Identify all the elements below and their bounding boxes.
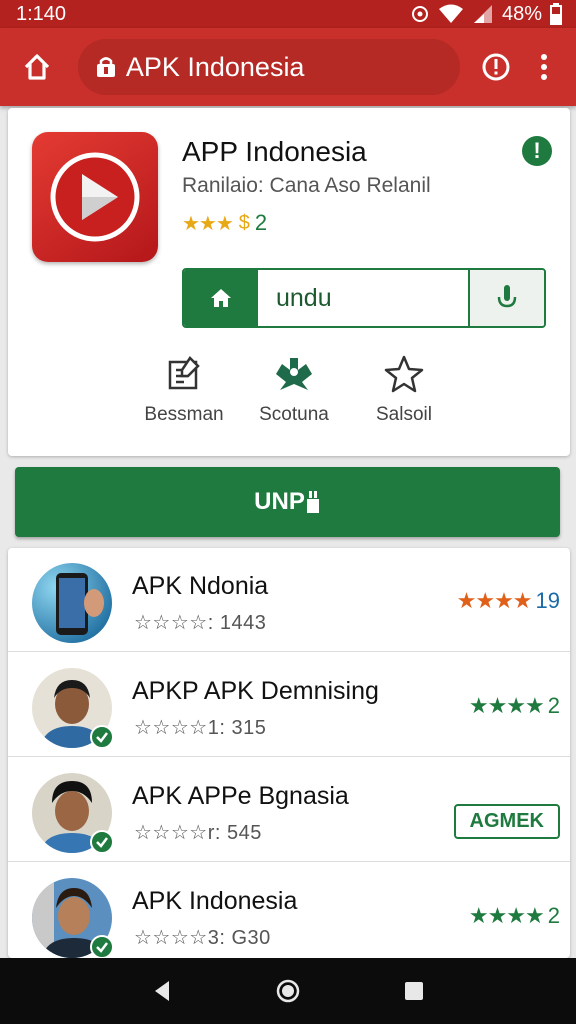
url-text: APK Indonesia bbox=[125, 51, 305, 82]
home-button[interactable] bbox=[16, 46, 58, 88]
download-field[interactable]: undu bbox=[182, 268, 546, 328]
app-list: APK Ndonia ☆☆☆☆: 1443 ★★★★ 19 APKP APK D… bbox=[8, 548, 570, 958]
phone-avatar-icon bbox=[32, 563, 112, 643]
item-count: 2 bbox=[547, 693, 560, 718]
status-icons: 48% bbox=[410, 3, 562, 26]
check-icon bbox=[96, 732, 108, 743]
item-rating: ★★★★ 2 bbox=[469, 693, 560, 719]
action-label: Bessman bbox=[144, 404, 224, 425]
verified-badge bbox=[90, 830, 114, 854]
battery-level: 48% bbox=[501, 2, 542, 25]
item-subtitle: ☆☆☆☆r: 545 bbox=[134, 822, 262, 844]
app-logo bbox=[32, 132, 158, 262]
check-icon bbox=[96, 837, 108, 848]
item-stars: ★★★★ bbox=[468, 903, 545, 928]
home-icon bbox=[211, 289, 231, 307]
info-badge[interactable]: ! bbox=[522, 136, 552, 166]
verified-badge bbox=[90, 935, 114, 958]
signal-icon bbox=[473, 5, 492, 23]
action-row: Bessman Scotuna Salsoil bbox=[134, 354, 454, 426]
battery-icon bbox=[550, 3, 562, 25]
action-salsoil[interactable]: Salsoil bbox=[354, 354, 454, 426]
status-time: 1:140 bbox=[16, 2, 67, 25]
list-item[interactable]: APK Indonesia ☆☆☆☆3: G30 ★★★★ 2 bbox=[8, 863, 570, 958]
download-home-button[interactable] bbox=[184, 270, 258, 326]
item-count: 2 bbox=[547, 903, 560, 928]
download-text: undu bbox=[276, 283, 332, 312]
back-icon[interactable] bbox=[151, 979, 173, 1003]
recents-icon[interactable] bbox=[403, 980, 425, 1002]
overflow-menu-button[interactable] bbox=[524, 47, 564, 87]
action-bessman[interactable]: Bessman bbox=[134, 354, 234, 426]
verified-badge bbox=[90, 725, 114, 749]
home-circle-icon[interactable] bbox=[275, 978, 301, 1004]
system-nav-bar bbox=[0, 958, 576, 1024]
action-label: Salsoil bbox=[376, 404, 432, 425]
list-item[interactable]: APK Ndonia ☆☆☆☆: 1443 ★★★★ 19 bbox=[8, 548, 570, 652]
rating-stars: ★★★ bbox=[182, 212, 234, 235]
mic-icon bbox=[497, 285, 517, 308]
share-icon bbox=[276, 358, 312, 390]
item-subtitle: ☆☆☆☆1: 315 bbox=[134, 717, 267, 739]
item-title: APK Ndonia bbox=[132, 572, 269, 600]
check-icon bbox=[96, 942, 108, 953]
app-subtitle: Ranilaio: Cana Aso Relanil bbox=[182, 174, 431, 197]
action-label: Scotuna bbox=[259, 404, 329, 425]
item-badge[interactable]: AGMEK bbox=[453, 804, 560, 839]
avatar bbox=[32, 563, 112, 643]
primary-button-label: UNP bbox=[254, 488, 305, 515]
item-stars: ★★★★ bbox=[456, 588, 533, 613]
item-title: APK APPe Bgnasia bbox=[132, 782, 349, 810]
mic-button[interactable] bbox=[468, 270, 544, 326]
list-item[interactable]: APKP APK Demnising ☆☆☆☆1: 315 ★★★★ 2 bbox=[8, 653, 570, 757]
wifi-icon bbox=[438, 4, 463, 23]
site-info-button[interactable] bbox=[476, 47, 516, 87]
item-rating: ★★★★ 2 bbox=[469, 903, 560, 929]
app-rating: ★★★ $ 2 bbox=[182, 210, 267, 236]
item-subtitle: ☆☆☆☆3: G30 bbox=[134, 927, 271, 949]
rating-value: 2 bbox=[254, 210, 268, 235]
rating-extra: $ bbox=[238, 211, 250, 234]
app-detail-card: APP Indonesia Ranilaio: Cana Aso Relanil… bbox=[8, 108, 570, 456]
browser-toolbar: APK Indonesia bbox=[0, 28, 576, 106]
puzzle-icon bbox=[306, 491, 319, 513]
site-lock-icon bbox=[96, 57, 115, 77]
item-rating: ★★★★ 19 bbox=[457, 588, 560, 614]
url-bar[interactable]: APK Indonesia bbox=[77, 39, 461, 95]
item-stars: ★★★★ bbox=[468, 693, 545, 718]
home-icon bbox=[24, 54, 50, 80]
list-item[interactable]: APK APPe Bgnasia ☆☆☆☆r: 545 AGMEK bbox=[8, 758, 570, 862]
item-count: 19 bbox=[535, 588, 560, 613]
primary-button[interactable]: UNP bbox=[15, 467, 560, 537]
item-title: APKP APK Demnising bbox=[132, 677, 379, 705]
play-icon bbox=[50, 152, 140, 242]
item-subtitle: ☆☆☆☆: 1443 bbox=[134, 612, 267, 634]
app-title: APP Indonesia bbox=[182, 136, 367, 167]
info-icon bbox=[482, 53, 510, 81]
more-vert-icon bbox=[541, 54, 548, 80]
sync-icon bbox=[411, 6, 428, 22]
star-outline-icon bbox=[384, 355, 424, 393]
status-bar: 1:140 48% bbox=[0, 0, 576, 28]
edit-icon bbox=[168, 356, 200, 390]
action-scotuna[interactable]: Scotuna bbox=[244, 354, 344, 426]
item-title: APK Indonesia bbox=[132, 887, 298, 915]
